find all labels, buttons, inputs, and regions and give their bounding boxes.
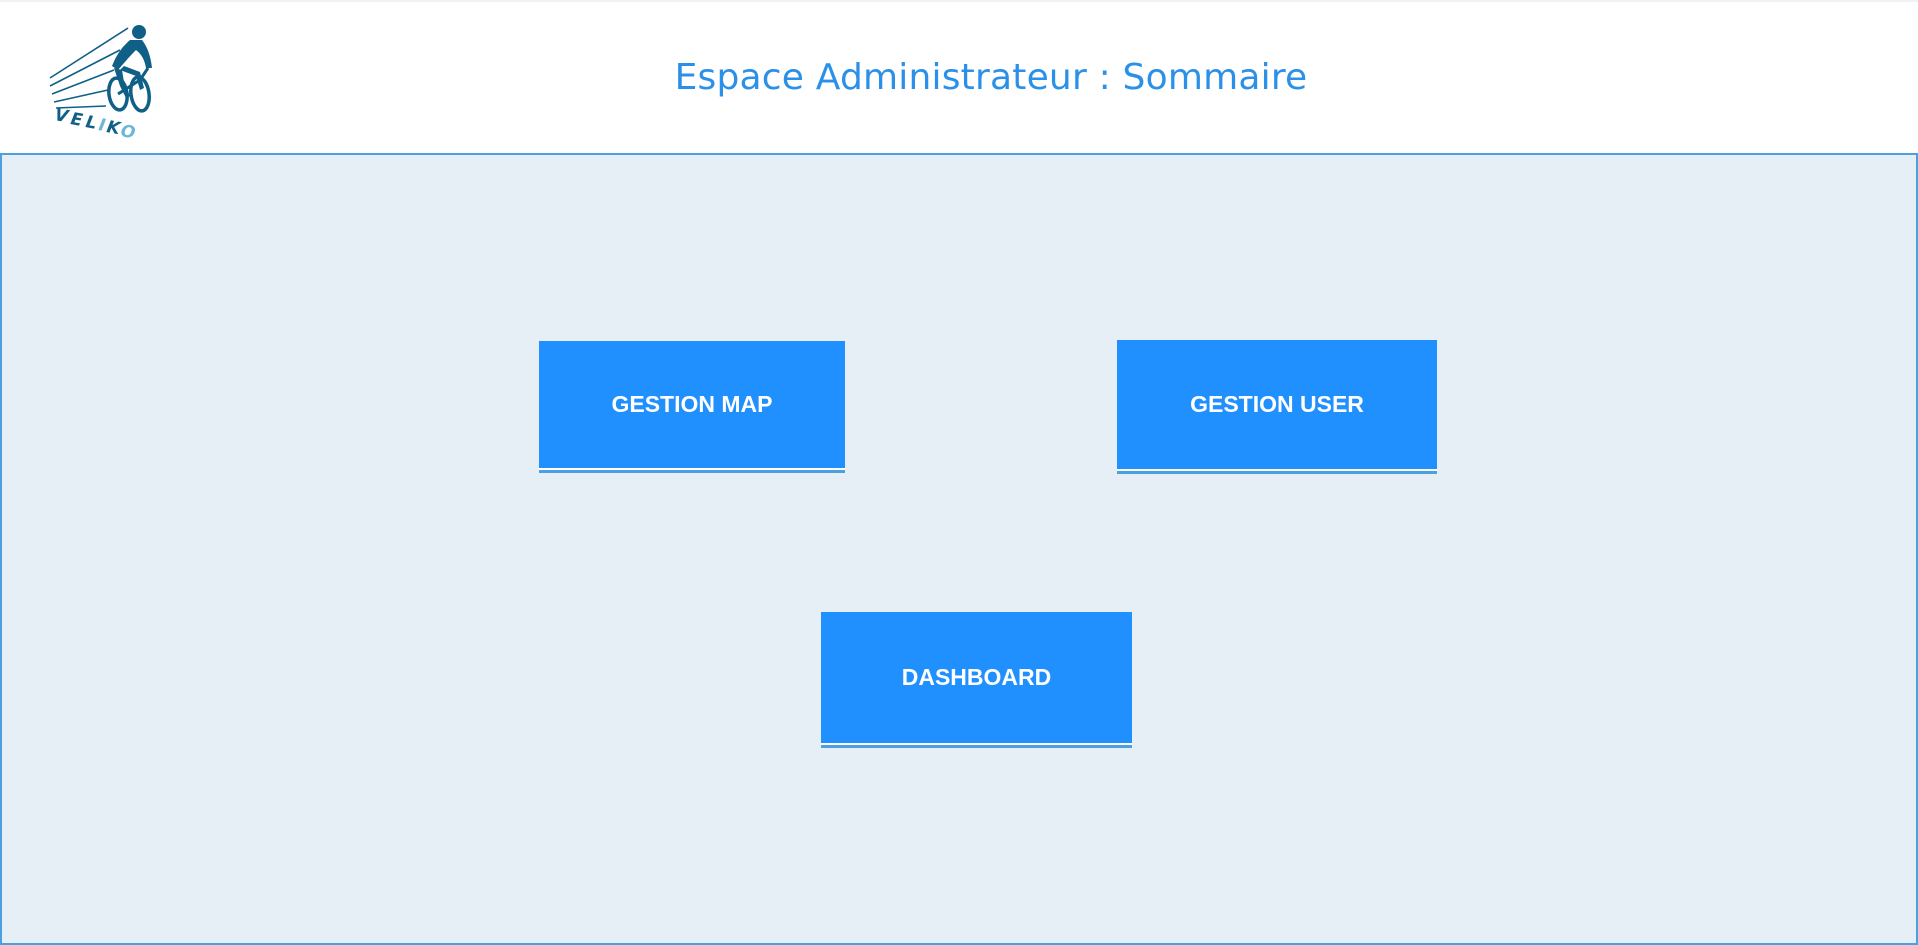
svg-text:E: E	[69, 109, 84, 131]
svg-text:O: O	[119, 121, 137, 138]
page-title: Espace Administrateur : Sommaire	[674, 57, 1308, 98]
admin-page: V E L I K O Espace Administrateur : Somm…	[0, 0, 1918, 945]
gestion-user-label: GESTION USER	[1190, 391, 1364, 417]
dashboard-label: DASHBOARD	[901, 664, 1052, 690]
gestion-map-label: GESTION MAP	[611, 391, 773, 417]
main-content	[0, 155, 1918, 945]
gestion-user-button[interactable]: GESTION USER	[1117, 340, 1437, 471]
svg-text:L: L	[84, 112, 98, 134]
dashboard-button[interactable]: DASHBOARD	[821, 612, 1132, 745]
gestion-map-button[interactable]: GESTION MAP	[539, 341, 845, 470]
header-bar: V E L I K O Espace Administrateur : Somm…	[0, 0, 1918, 155]
svg-text:V: V	[53, 105, 71, 127]
